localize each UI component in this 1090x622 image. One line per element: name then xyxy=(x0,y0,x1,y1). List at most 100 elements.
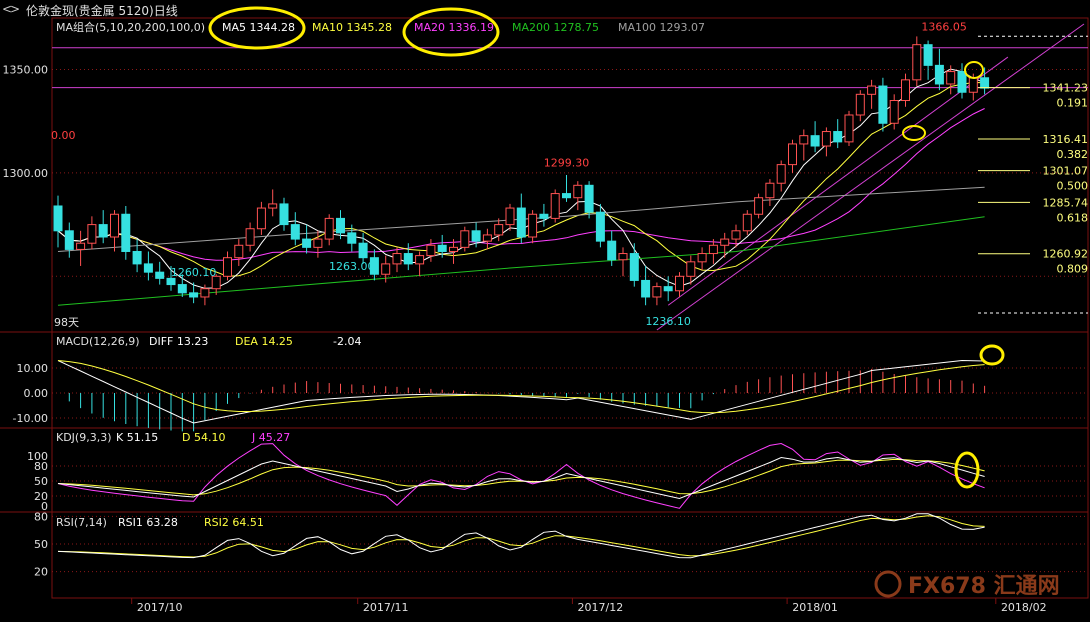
candle-body xyxy=(855,93,865,116)
channel-lower xyxy=(667,56,1009,306)
price-annotation: 1263.00 xyxy=(329,260,375,273)
candle-body xyxy=(200,288,210,298)
kdj-legend-item: J 45.27 xyxy=(251,431,290,444)
candle-body xyxy=(742,213,752,232)
price-annotation: 1260.10 xyxy=(171,266,217,279)
kdj-j-line xyxy=(57,442,985,509)
highlight-ellipse xyxy=(979,344,1005,366)
x-tick-label: 2017/12 xyxy=(578,601,624,614)
candle-body xyxy=(562,193,571,199)
candle-body xyxy=(302,238,312,248)
kdj-legend-item: KDJ(9,3,3) xyxy=(56,431,112,444)
rsi-y-tick: 80 xyxy=(34,510,48,523)
candle-body xyxy=(618,253,628,261)
candle-body xyxy=(607,240,617,261)
price-annotation: 1366.05 xyxy=(921,20,967,33)
main-legend-item: MA200 1278.75 xyxy=(512,21,599,34)
y-tick-label: 1350.00 xyxy=(3,63,49,76)
candle-body xyxy=(528,213,538,238)
candle-body xyxy=(844,114,854,143)
candle-body xyxy=(957,71,967,93)
macd-y-tick: -10.00 xyxy=(13,412,48,425)
ma10-line xyxy=(57,81,985,277)
candle-body xyxy=(697,253,707,263)
kdj-legend-item: D 54.10 xyxy=(182,431,225,444)
candle-body xyxy=(550,193,560,219)
candle-body xyxy=(381,263,391,275)
candle-body xyxy=(663,286,673,292)
candle-body xyxy=(675,275,684,292)
candle-body xyxy=(426,244,436,257)
rsi-legend-item: RSI1 63.28 xyxy=(118,516,178,529)
candle-body xyxy=(155,271,165,279)
candle-body xyxy=(754,197,764,215)
candle-body xyxy=(810,135,820,147)
main-legend-item: MA10 1345.28 xyxy=(312,21,392,34)
candle-body xyxy=(776,164,786,184)
candle-body xyxy=(516,207,526,238)
candle-body xyxy=(765,182,775,199)
candle-body xyxy=(539,213,549,219)
fib-ratio-label: 0.382 xyxy=(1057,148,1089,161)
kdj-d-line xyxy=(57,458,985,496)
fib-price-label: 1301.07 xyxy=(1043,165,1089,178)
candle-body xyxy=(968,77,978,93)
x-tick-label: 2018/01 xyxy=(792,601,838,614)
fib-price-label: 1285.74 xyxy=(1043,196,1089,209)
candle-body xyxy=(867,85,877,95)
candle-body xyxy=(934,64,944,85)
zero-label: 0.00 xyxy=(51,129,76,142)
candle-body xyxy=(336,217,345,234)
watermark-logo-icon xyxy=(874,570,902,598)
candle-body xyxy=(268,203,278,209)
candle-body xyxy=(87,224,97,244)
candle-body xyxy=(788,143,797,166)
candle-body xyxy=(720,238,730,246)
candle-body xyxy=(923,44,933,66)
rsi-y-tick: 20 xyxy=(34,566,48,579)
rsi1-line xyxy=(57,513,985,559)
fib-ratio-label: 0.191 xyxy=(1057,97,1089,110)
candle-body xyxy=(132,250,142,265)
fib-price-label: 1341.23 xyxy=(1043,82,1089,95)
candle-body xyxy=(53,205,63,232)
x-tick-label: 2017/11 xyxy=(363,601,409,614)
macd-legend-item: MACD(12,26,9) xyxy=(56,335,140,348)
fib-ratio-label: 0.618 xyxy=(1057,211,1089,224)
candle-body xyxy=(324,217,334,240)
x-tick-label: 2018/02 xyxy=(1001,601,1047,614)
candle-body xyxy=(110,213,119,238)
candle-body xyxy=(256,207,266,230)
candle-body xyxy=(482,234,492,242)
candle-body xyxy=(686,261,696,277)
price-annotation: 1236.10 xyxy=(645,315,691,328)
watermark: FX678 汇通网 xyxy=(908,574,1060,599)
candle-body xyxy=(177,284,187,294)
candle-body xyxy=(505,207,515,226)
candle-body xyxy=(912,44,922,81)
candle-body xyxy=(980,77,990,89)
chart-window: < > 伦敦金现(贵金属 5120)日线 1350.00 1300.00 0.00 9… xyxy=(0,0,1090,622)
candle-body xyxy=(121,213,131,252)
rsi-legend-item: RSI(7,14) xyxy=(56,516,107,529)
main-legend-item: MA100 1293.07 xyxy=(618,21,705,34)
candle-body xyxy=(98,224,108,238)
candle-body xyxy=(143,263,153,273)
kdj-legend-item: K 51.15 xyxy=(116,431,158,444)
chart-canvas[interactable]: 1350.00 1300.00 0.00 98天 1366.05 1299.30 1260.… xyxy=(0,0,1090,622)
fib-price-label: 1260.92 xyxy=(1043,248,1089,261)
candle-body xyxy=(573,184,583,199)
candle-body xyxy=(708,244,718,255)
candle-body xyxy=(460,230,470,248)
candle-body xyxy=(437,244,447,252)
candle-body xyxy=(901,79,910,102)
kdj-y-tick: 80 xyxy=(34,460,48,473)
rsi2-line xyxy=(57,515,985,558)
fib-price-label: 1316.41 xyxy=(1043,133,1089,146)
candle-body xyxy=(76,242,86,250)
y-tick-label: 1300.00 xyxy=(3,167,49,180)
kdj-k-line xyxy=(57,456,985,500)
fib-ratio-label: 0.809 xyxy=(1057,263,1089,276)
candle-body xyxy=(821,131,831,147)
candle-body xyxy=(189,292,199,298)
